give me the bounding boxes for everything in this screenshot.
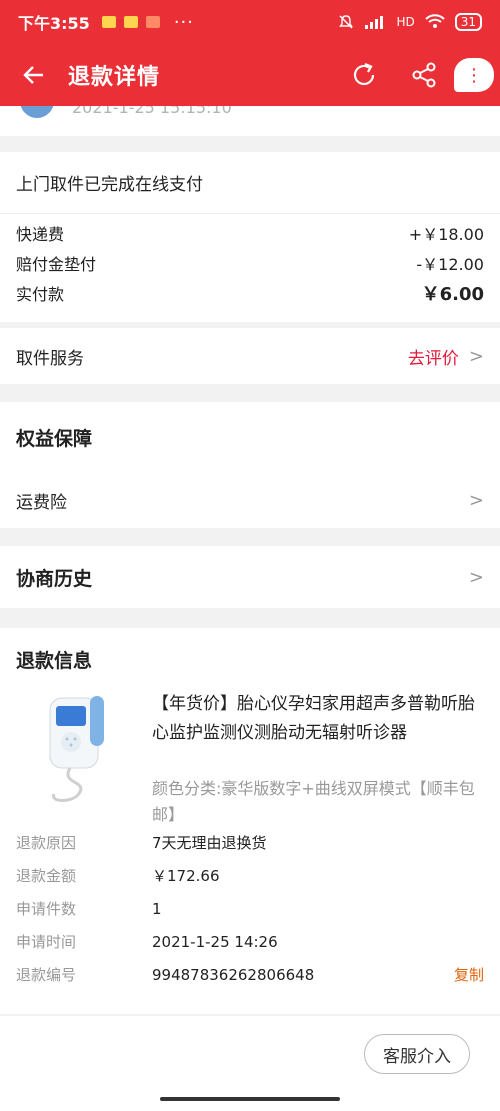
more-dots-icon: ⋮ [465, 64, 483, 86]
message-icon [101, 16, 116, 28]
field-label: 退款原因 [16, 834, 77, 852]
field-value: ￥172.66 [152, 867, 220, 885]
refund-field-time: 申请时间 2021-1-25 14:26 [0, 925, 500, 958]
chevron-right-icon: > [468, 489, 484, 511]
rights-section: 权益保障 运费险 > [0, 402, 500, 528]
fee-label: 赔付金垫付 [16, 255, 97, 274]
mail-icon [145, 16, 160, 28]
fee-value: -￥12.00 [416, 255, 484, 274]
product-card[interactable]: 【年货价】胎心仪孕妇家用超声多普勒听胎心监护监测仪测胎动无辐射听诊器 颜色分类:… [0, 690, 500, 826]
status-right: HD 31 [338, 13, 482, 31]
arrow-left-icon [23, 66, 43, 84]
fee-value: ￥6.00 [421, 284, 484, 305]
refund-info-title: 退款信息 [16, 649, 93, 672]
app-bar: 退款详情 ⋮ [0, 44, 500, 106]
field-label: 申请时间 [16, 933, 77, 951]
page-title: 退款详情 [68, 65, 161, 90]
field-value: 2021-1-25 14:26 [152, 932, 278, 951]
field-label: 退款金额 [16, 867, 77, 885]
refund-field-number: 退款编号 99487836262806648 复制 [0, 958, 500, 991]
avatar [20, 106, 54, 118]
refund-info-section: 退款信息 【年货价】胎心仪孕妇家用超声多普勒听胎心监护监测仪测胎动无辐射听诊器 … [0, 628, 500, 1014]
pickup-service-row[interactable]: 取件服务 去评价 > [0, 328, 500, 384]
notes-icon [123, 16, 138, 28]
app-bar-actions: ⋮ [334, 44, 500, 106]
network-type-label: HD [396, 15, 415, 29]
product-sku: 颜色分类:豪华版数字+曲线双屏模式【顺丰包邮】 [152, 779, 475, 824]
product-image [49, 696, 104, 802]
field-value: 99487836262806648 [152, 965, 315, 984]
copy-button[interactable]: 复制 [454, 964, 484, 985]
refresh-button[interactable] [334, 44, 394, 106]
rate-link-label: 去评价 [407, 348, 459, 369]
header-timestamp: 2021-1-25 15:15:10 [72, 106, 232, 117]
chevron-right-icon: > [468, 566, 484, 588]
rights-title: 权益保障 [16, 427, 93, 450]
bottom-bar: 客服介入 [0, 1016, 500, 1111]
refund-field-reason: 退款原因 7天无理由退换货 [0, 826, 500, 859]
fee-row-shipping: 快递费 +￥18.00 [0, 218, 500, 248]
fee-row-compensation: 赔付金垫付 -￥12.00 [0, 248, 500, 278]
negotiation-history-title: 协商历史 [16, 567, 93, 590]
fee-label: 实付款 [16, 285, 65, 304]
negotiation-header-partial: 2021-1-25 15:15:10 [0, 106, 500, 136]
fee-value: +￥18.00 [408, 225, 484, 244]
refund-field-amount: 退款金额 ￥172.66 [0, 859, 500, 892]
mute-icon [339, 15, 354, 29]
shipping-insurance-label: 运费险 [16, 492, 67, 513]
status-bar: 下午3:55 ··· HD 31 [0, 0, 500, 44]
more-notifications-icon: ··· [173, 11, 194, 33]
more-menu-button[interactable]: ⋮ [454, 58, 494, 92]
field-value: 1 [152, 899, 162, 918]
chevron-right-icon: > [468, 345, 484, 367]
share-icon [412, 62, 436, 88]
field-label: 退款编号 [16, 966, 77, 984]
fee-label: 快递费 [16, 225, 65, 244]
rate-link[interactable]: 去评价 > [408, 344, 484, 369]
payment-headline: 上门取件已完成在线支付 [0, 152, 500, 214]
back-button[interactable] [0, 44, 68, 106]
status-time: 下午3:55 [18, 14, 90, 33]
wifi-icon [425, 14, 445, 28]
fee-row-total: 实付款 ￥6.00 [0, 278, 500, 308]
payment-section: 上门取件已完成在线支付 快递费 +￥18.00 赔付金垫付 -￥12.00 实付… [0, 152, 500, 322]
customer-service-button[interactable]: 客服介入 [364, 1034, 470, 1074]
pickup-service-label: 取件服务 [16, 348, 84, 369]
battery-indicator: 31 [454, 13, 482, 31]
refund-field-quantity: 申请件数 1 [0, 892, 500, 925]
negotiation-history-row[interactable]: 协商历史 > [0, 546, 500, 608]
refresh-icon [353, 62, 375, 86]
shipping-insurance-row[interactable]: 运费险 > [0, 472, 500, 528]
share-button[interactable] [394, 44, 454, 106]
field-label: 申请件数 [16, 900, 77, 918]
field-value: 7天无理由退换货 [152, 834, 267, 852]
signal-icon [365, 16, 384, 29]
home-indicator[interactable] [160, 1097, 340, 1101]
product-name: 【年货价】胎心仪孕妇家用超声多普勒听胎心监护监测仪测胎动无辐射听诊器 [152, 694, 475, 743]
